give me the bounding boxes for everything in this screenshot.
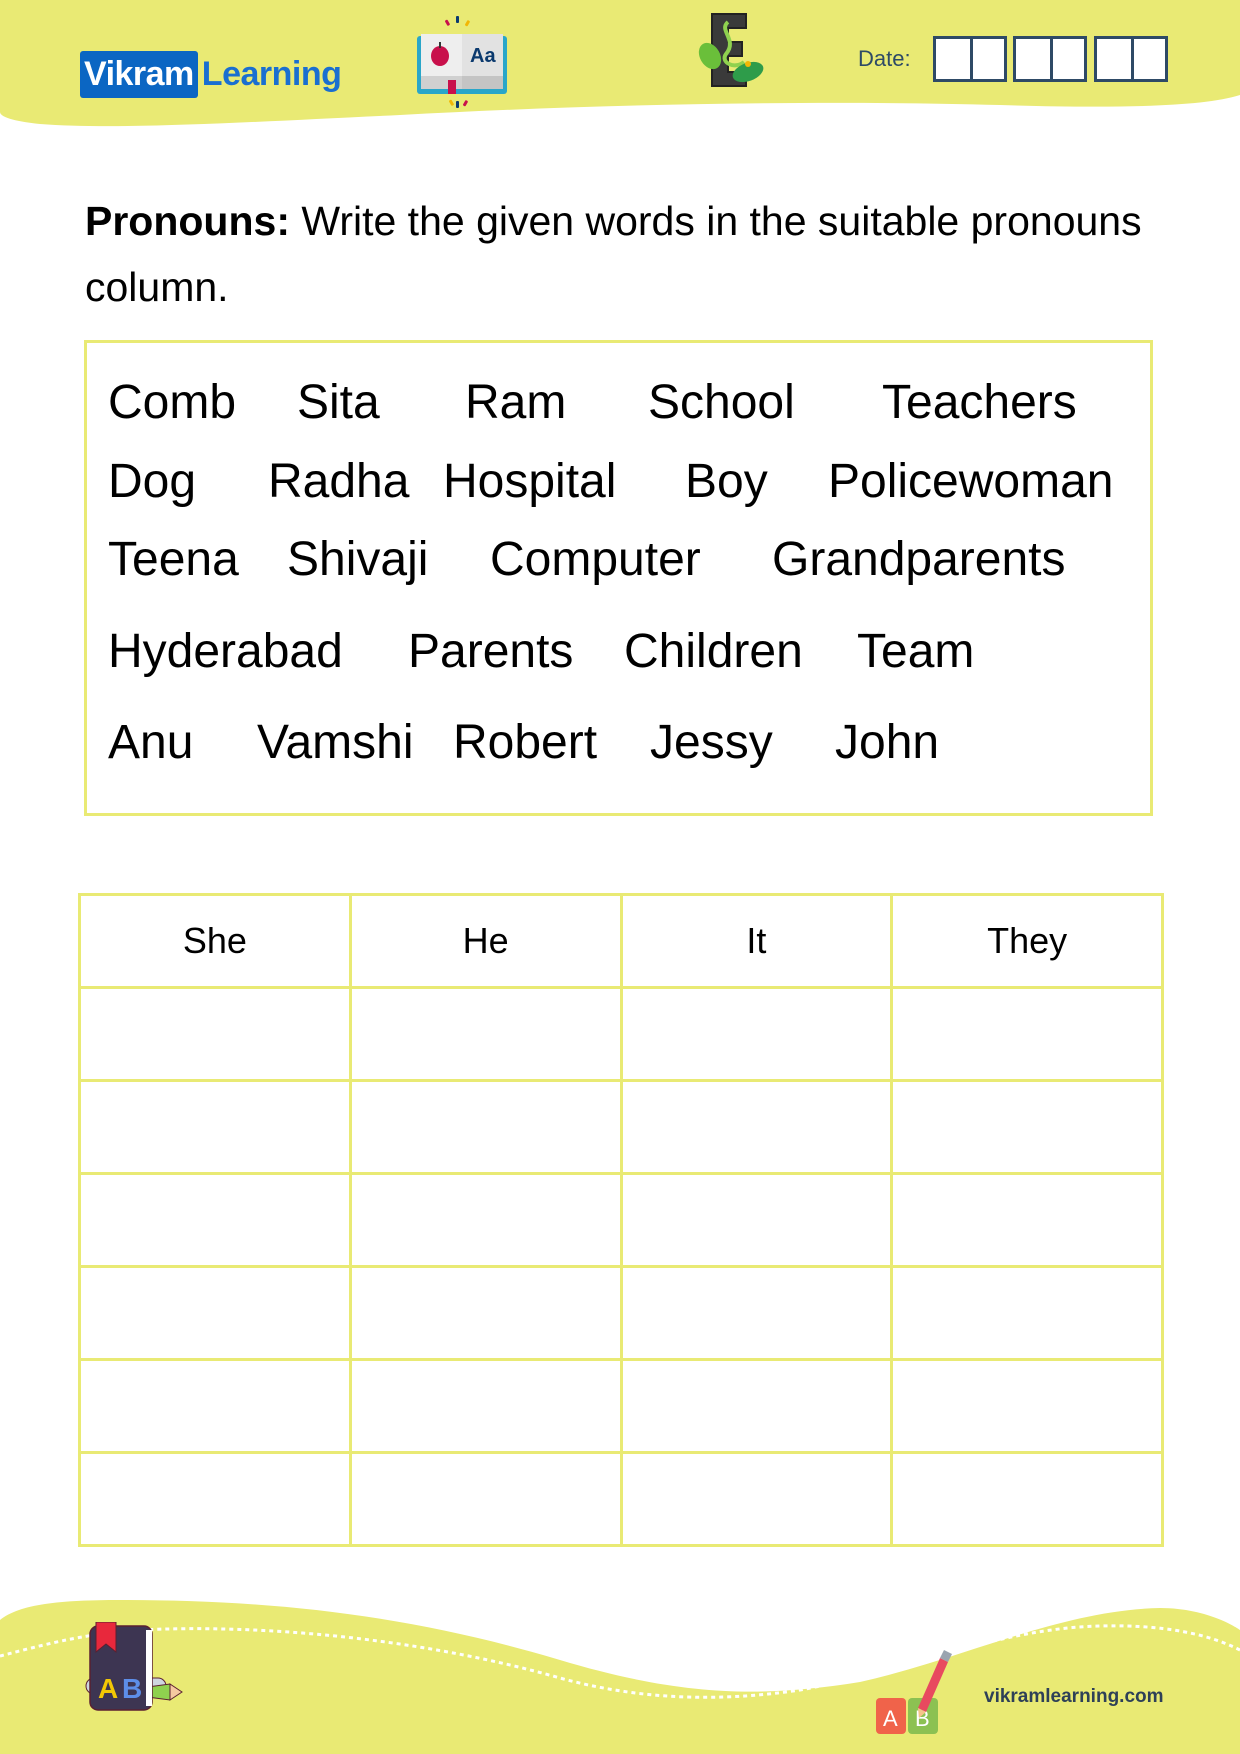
answer-cell[interactable] [619,1079,894,1175]
svg-text:A: A [883,1706,898,1731]
pronoun-table: She He It They [78,893,1164,1547]
word-bank-item: School [648,376,795,429]
answer-cell[interactable] [78,1451,352,1547]
word-bank-item: Teachers [882,376,1077,429]
answer-cell[interactable] [78,986,352,1082]
date-digit-box[interactable] [1050,39,1084,79]
word-bank-item: Radha [268,455,410,508]
date-day-field[interactable] [933,36,1007,82]
word-bank-item: Children [624,625,803,678]
answer-cell[interactable] [890,1358,1164,1454]
column-header-it: It [619,893,894,989]
vikram-learning-logo[interactable]: Vikram Learning [80,51,342,98]
word-bank-box: Comb Sita Ram School Teachers Dog Radha … [84,340,1153,816]
column-header-he: He [348,893,623,989]
table-row [78,1358,1164,1454]
word-bank-item: Robert [453,716,598,769]
date-label: Date: [858,46,911,71]
ab-blocks-pencil-icon: A B [876,1650,952,1734]
word-bank-item: Computer [490,533,701,586]
table-row [78,1451,1164,1547]
svg-text:Aa: Aa [470,45,496,67]
footer-wave-background [0,1600,1240,1754]
answer-cell[interactable] [619,1358,894,1454]
table-header-row: She He It They [78,893,1164,989]
answer-cell[interactable] [890,986,1164,1082]
word-bank-item: Grandparents [772,533,1066,586]
word-bank-item: Anu [108,716,194,769]
svg-text:A: A [98,1673,118,1704]
answer-cell[interactable] [78,1079,352,1175]
date-month-field[interactable] [1013,36,1087,82]
word-bank-item: John [835,716,940,769]
answer-cell[interactable] [78,1265,352,1361]
answer-cell[interactable] [78,1172,352,1268]
date-digit-box[interactable] [936,39,970,79]
answer-cell[interactable] [890,1451,1164,1547]
svg-text:B: B [122,1673,142,1704]
table-row [78,1172,1164,1268]
open-book-icon: Aa [417,16,507,108]
answer-cell[interactable] [348,1358,623,1454]
word-bank-item: Boy [685,455,768,508]
answer-cell[interactable] [619,1172,894,1268]
word-bank-item: Team [857,625,975,678]
table-row [78,1265,1164,1361]
website-link[interactable]: vikramlearning.com [984,1686,1164,1708]
answer-cell[interactable] [348,1172,623,1268]
ab-book-pencil-icon: A B [85,1622,183,1711]
answer-cell[interactable] [348,986,623,1082]
answer-cell[interactable] [890,1172,1164,1268]
logo-vikram-text: Vikram [80,51,198,98]
instruction-label: Pronouns: [85,198,290,244]
date-year-field[interactable] [1094,36,1168,82]
date-digit-box[interactable] [1097,39,1131,79]
letter-e-leaf-icon [698,13,764,87]
table-row [78,986,1164,1082]
table-row [78,1079,1164,1175]
answer-cell[interactable] [619,1451,894,1547]
date-digit-box[interactable] [1016,39,1050,79]
column-header-she: She [78,893,352,989]
logo-learning-text: Learning [201,55,342,93]
word-bank-item: Policewoman [828,455,1114,508]
column-header-they: They [890,893,1164,989]
answer-cell[interactable] [890,1079,1164,1175]
word-bank-item: Teena [108,533,239,586]
word-bank-item: Vamshi [257,716,414,769]
answer-cell[interactable] [348,1451,623,1547]
answer-cell[interactable] [348,1079,623,1175]
word-bank-item: Dog [108,455,197,508]
date-digit-box[interactable] [970,39,1004,79]
word-bank-item: Jessy [650,716,773,769]
word-bank-item: Comb [108,376,237,429]
answer-cell[interactable] [890,1265,1164,1361]
answer-cell[interactable] [348,1265,623,1361]
word-bank-item: Sita [297,376,380,429]
word-bank-item: Hyderabad [108,625,343,678]
answer-cell[interactable] [78,1358,352,1454]
word-bank-item: Shivaji [287,533,429,586]
instruction-text: Pronouns: Write the given words in the s… [85,188,1165,320]
word-bank-item: Ram [465,376,567,429]
date-digit-box[interactable] [1131,39,1165,79]
word-bank-item: Parents [408,625,574,678]
answer-cell[interactable] [619,986,894,1082]
answer-cell[interactable] [619,1265,894,1361]
word-bank-item: Hospital [443,455,617,508]
